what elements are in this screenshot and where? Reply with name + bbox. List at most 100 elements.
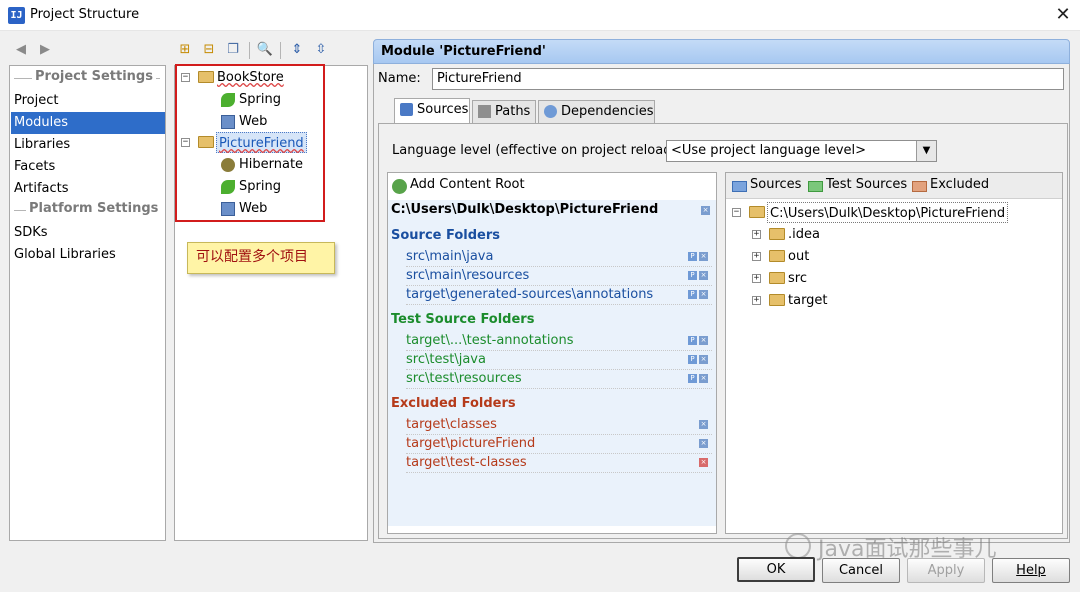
content-root-block: C:\Users\Dulk\Desktop\PictureFriend × So… — [388, 200, 716, 526]
apply-button[interactable]: Apply — [907, 558, 985, 583]
dialog-client: ◀ ▶ Project Settings Project Modules Lib… — [0, 31, 1080, 592]
excluded-folder-row: target\test-classes × — [406, 454, 712, 473]
sources-tab-icon — [400, 103, 413, 116]
remove-icon[interactable]: × — [699, 290, 708, 299]
dependencies-tab-icon — [544, 105, 557, 118]
dir-target[interactable]: target — [788, 290, 828, 311]
web-icon — [221, 115, 235, 129]
module-name-input[interactable]: PictureFriend — [432, 68, 1064, 90]
nav-item-global-libraries[interactable]: Global Libraries — [11, 244, 165, 266]
settings-nav-panel: Project Settings Project Modules Librari… — [9, 65, 166, 541]
close-icon[interactable]: ✕ — [1052, 3, 1074, 27]
source-folder-row: src\main\java P × — [406, 248, 712, 267]
excluded-folders-title: Excluded Folders — [391, 396, 516, 411]
tree-facet-bookstore-web[interactable]: Web — [239, 111, 267, 132]
spring-icon — [221, 93, 235, 107]
expander-picturefriend[interactable]: − — [181, 138, 190, 147]
paths-tab-icon — [478, 105, 491, 118]
module-folder-icon — [198, 71, 214, 83]
mark-as-excluded[interactable]: Excluded — [930, 177, 989, 192]
expand-all-icon[interactable]: ⇕ — [288, 41, 306, 59]
remove-icon[interactable]: × — [699, 420, 708, 429]
window-titlebar: IJ Project Structure ✕ — [0, 0, 1080, 31]
remove-icon[interactable]: × — [699, 355, 708, 364]
source-folders-title: Source Folders — [391, 228, 501, 243]
expander-target[interactable]: + — [752, 296, 761, 305]
remove-icon[interactable]: × — [699, 336, 708, 345]
annotation-note: 可以配置多个项目 — [187, 242, 335, 274]
edit-icon[interactable]: P — [688, 252, 697, 261]
tab-paths[interactable]: Paths — [472, 100, 536, 124]
excluded-folder-icon — [912, 181, 927, 192]
help-button[interactable]: Help — [992, 558, 1070, 583]
back-icon[interactable]: ◀ — [12, 41, 30, 59]
chevron-down-icon[interactable]: ▼ — [916, 141, 936, 161]
cancel-button[interactable]: Cancel — [822, 558, 900, 583]
nav-item-facets[interactable]: Facets — [11, 156, 165, 178]
web-icon — [221, 202, 235, 216]
expander-bookstore[interactable]: − — [181, 73, 190, 82]
remove-icon[interactable]: × — [699, 271, 708, 280]
collapse-all-icon[interactable]: ⇳ — [312, 41, 330, 59]
ok-button[interactable]: OK — [737, 557, 815, 582]
expander-idea[interactable]: + — [752, 230, 761, 239]
name-label: Name: — [378, 71, 421, 86]
add-content-root-icon — [392, 179, 407, 194]
language-level-select[interactable]: <Use project language level> ▼ — [666, 140, 937, 162]
source-folder-row: target\generated-sources\annotations P × — [406, 286, 712, 305]
remove-icon[interactable]: × — [699, 252, 708, 261]
dir-idea[interactable]: .idea — [788, 224, 820, 245]
nav-item-sdks[interactable]: SDKs — [11, 222, 165, 244]
sources-folder-icon — [732, 181, 747, 192]
add-content-root-link[interactable]: Add Content Root — [410, 177, 525, 192]
tab-sources[interactable]: Sources — [394, 98, 470, 124]
tree-facet-picturefriend-hibernate[interactable]: Hibernate — [239, 154, 303, 175]
wechat-icon — [785, 533, 811, 559]
remove-icon[interactable]: × — [699, 458, 708, 467]
remove-root-icon[interactable]: × — [701, 206, 710, 215]
dir-src[interactable]: src — [788, 268, 807, 289]
tab-dependencies[interactable]: Dependencies — [538, 100, 655, 124]
intellij-app-icon: IJ — [8, 7, 25, 24]
test-source-folder-row: src\test\resources P × — [406, 370, 712, 389]
spring-icon — [221, 180, 235, 194]
expander-out[interactable]: + — [752, 252, 761, 261]
tree-module-bookstore[interactable]: BookStore — [217, 67, 284, 88]
folder-icon — [769, 250, 785, 262]
forward-icon[interactable]: ▶ — [36, 41, 54, 59]
copy-icon[interactable]: ❐ — [224, 41, 242, 59]
edit-icon[interactable]: P — [688, 355, 697, 364]
nav-item-artifacts[interactable]: Artifacts — [11, 178, 165, 200]
dir-tree-root[interactable]: C:\Users\Dulk\Desktop\PictureFriend — [767, 202, 1009, 223]
tree-facet-picturefriend-spring[interactable]: Spring — [239, 176, 281, 197]
language-level-label: Language level (effective on project rel… — [392, 143, 681, 158]
tree-module-picturefriend[interactable]: PictureFriend — [216, 132, 307, 153]
find-icon[interactable]: 🔍 — [256, 41, 274, 59]
folder-icon — [769, 228, 785, 240]
add-icon[interactable]: ⊞ — [176, 41, 194, 59]
edit-icon[interactable]: P — [688, 290, 697, 299]
edit-icon[interactable]: P — [688, 271, 697, 280]
directory-tree-panel: Sources Test Sources Excluded − C:\Users… — [725, 172, 1063, 534]
edit-icon[interactable]: P — [688, 374, 697, 383]
test-source-folders-title: Test Source Folders — [391, 312, 535, 327]
content-roots-panel: Add Content Root C:\Users\Dulk\Desktop\P… — [387, 172, 717, 534]
remove-icon[interactable]: × — [699, 439, 708, 448]
edit-icon[interactable]: P — [688, 336, 697, 345]
mark-as-sources[interactable]: Sources — [750, 177, 801, 192]
dir-out[interactable]: out — [788, 246, 809, 267]
expander-src[interactable]: + — [752, 274, 761, 283]
tree-facet-bookstore-spring[interactable]: Spring — [239, 89, 281, 110]
test-sources-folder-icon — [808, 181, 823, 192]
window-title: Project Structure — [30, 7, 140, 22]
test-source-folder-row: src\test\java P × — [406, 351, 712, 370]
expander-root[interactable]: − — [732, 208, 741, 217]
nav-item-modules[interactable]: Modules — [11, 112, 165, 134]
nav-item-libraries[interactable]: Libraries — [11, 134, 165, 156]
tree-facet-picturefriend-web[interactable]: Web — [239, 198, 267, 219]
remove-icon[interactable]: ⊟ — [200, 41, 218, 59]
mark-as-test-sources[interactable]: Test Sources — [826, 177, 907, 192]
module-tree-panel: − BookStore Spring Web − PictureFriend H… — [174, 64, 368, 541]
nav-item-project[interactable]: Project — [11, 90, 165, 112]
remove-icon[interactable]: × — [699, 374, 708, 383]
